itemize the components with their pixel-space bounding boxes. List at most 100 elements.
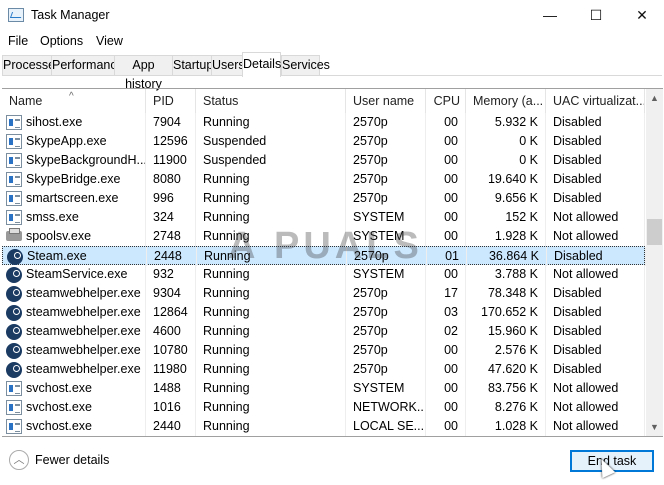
cell-status: Suspended <box>196 132 346 151</box>
task-manager-icon <box>8 8 24 22</box>
cell-pid: 2440 <box>146 417 196 436</box>
cell-user-name: 2570p <box>346 360 426 379</box>
fewer-details-link[interactable]: Fewer details <box>35 453 109 467</box>
maximize-button[interactable]: ☐ <box>573 0 619 31</box>
column-label: Status <box>203 94 239 108</box>
cell-cpu: 00 <box>426 151 466 170</box>
cell-cpu: 17 <box>426 284 466 303</box>
menu-view[interactable]: View <box>96 34 123 48</box>
cell-status: Running <box>196 303 346 322</box>
cell-pid: 11980 <box>146 360 196 379</box>
cell-name: svchost.exe <box>2 417 146 436</box>
scrollbar-thumb[interactable] <box>647 219 662 245</box>
minimize-button[interactable]: — <box>527 0 573 31</box>
column-header-status[interactable]: Status <box>196 89 346 113</box>
cell-name: steamwebhelper.exe <box>2 360 146 379</box>
cell-user-name: 2570p <box>346 341 426 360</box>
cell-status: Running <box>196 322 346 341</box>
cell-status: Running <box>196 341 346 360</box>
cell-status: Running <box>196 417 346 436</box>
cell-cpu: 00 <box>426 417 466 436</box>
column-header-memory[interactable]: Memory (a... <box>466 89 546 113</box>
cell-cpu: 01 <box>427 247 467 266</box>
menu-file[interactable]: File <box>8 34 28 48</box>
scroll-up-icon[interactable]: ▲ <box>646 93 663 103</box>
table-row[interactable]: smartscreen.exe 996 Running 2570p 00 9.656 KD… <box>2 189 645 208</box>
cell-uac-virtualization: Disabled <box>546 322 645 341</box>
cell-pid: 996 <box>146 189 196 208</box>
cell-uac-virtualization: Not allowed <box>546 227 645 246</box>
menu-options[interactable]: Options <box>40 34 83 48</box>
column-header-name[interactable]: Name ^ <box>2 89 146 113</box>
table-row[interactable]: sihost.exe 7904 Running 2570p 00 5.932 K Disab… <box>2 113 645 132</box>
table-row[interactable]: spoolsv.exe 2748 Running SYSTEM 00 1.928 K Not… <box>2 227 645 246</box>
cell-name: SkypeBridge.exe <box>2 170 146 189</box>
column-header-pid[interactable]: PID <box>146 89 196 113</box>
table-row[interactable]: SteamService.exe 932 Running SYSTEM 00 3.788 … <box>2 265 645 284</box>
cell-memory: 19.640 K <box>466 170 546 189</box>
cell-cpu: 00 <box>426 113 466 132</box>
cell-name: steamwebhelper.exe <box>2 284 146 303</box>
sort-ascending-icon: ^ <box>69 91 74 102</box>
footer: ︿ Fewer details End task <box>0 438 664 485</box>
column-header-uac-virtualization[interactable]: UAC virtualizat... <box>546 89 645 113</box>
cell-user-name: SYSTEM <box>346 379 426 398</box>
table-row[interactable]: SkypeBridge.exe 8080 Running 2570p 00 19.640 … <box>2 170 645 189</box>
cell-memory: 152 K <box>466 208 546 227</box>
cell-uac-virtualization: Disabled <box>546 189 645 208</box>
tab-app-history[interactable]: App history <box>114 55 172 91</box>
menu-bar: File Options View <box>0 31 664 51</box>
cell-status: Suspended <box>196 151 346 170</box>
cell-memory: 1.928 K <box>466 227 546 246</box>
cell-pid: 10780 <box>146 341 196 360</box>
tab-users[interactable]: Users <box>211 55 245 76</box>
cell-cpu: 00 <box>426 398 466 417</box>
cell-name: SkypeApp.exe <box>2 132 146 151</box>
table-row[interactable]: svchost.exe 1016 Running NETWORK... 00 8.276 … <box>2 398 645 417</box>
column-label: Name <box>9 94 43 108</box>
cell-uac-virtualization: Not allowed <box>546 265 645 284</box>
cell-pid: 2748 <box>146 227 196 246</box>
close-button[interactable]: ✕ <box>619 0 664 31</box>
column-header-cpu[interactable]: CPU <box>426 89 466 113</box>
table-row[interactable]: svchost.exe 2440 Running LOCAL SE... 00 1.028… <box>2 417 645 436</box>
cell-pid: 12596 <box>146 132 196 151</box>
cell-pid: 11900 <box>146 151 196 170</box>
cell-status: Running <box>196 398 346 417</box>
cell-uac-virtualization: Disabled <box>546 151 645 170</box>
table-row[interactable]: SkypeApp.exe 12596 Suspended 2570p 00 0 K Disa… <box>2 132 645 151</box>
chevron-up-icon[interactable]: ︿ <box>9 450 29 470</box>
column-header-user-name[interactable]: User name <box>346 89 426 113</box>
tab-details[interactable]: Details <box>242 52 281 77</box>
scroll-down-icon[interactable]: ▼ <box>646 422 663 432</box>
table-row[interactable]: smss.exe 324 Running SYSTEM 00 152 K Not allow… <box>2 208 645 227</box>
cell-cpu: 00 <box>426 265 466 284</box>
table-row[interactable]: SkypeBackgroundH... 11900 Suspended 2570p 00… <box>2 151 645 170</box>
tab-bar: Processes Performance App history Startup Us… <box>2 52 662 91</box>
cell-status: Running <box>196 113 346 132</box>
cell-name: svchost.exe <box>2 398 146 417</box>
table-row[interactable]: steamwebhelper.exe 12864 Running 2570p 03 170… <box>2 303 645 322</box>
table-row[interactable]: steamwebhelper.exe 10780 Running 2570p 00 2.5… <box>2 341 645 360</box>
cell-memory: 0 K <box>466 132 546 151</box>
cell-uac-virtualization: Not allowed <box>546 379 645 398</box>
table-row[interactable]: Steam.exe 2448 Running 2570p 01 36.864 K Disab… <box>2 246 646 266</box>
table-row[interactable]: steamwebhelper.exe 4600 Running 2570p 02 15.9… <box>2 322 645 341</box>
cell-user-name: 2570p <box>346 303 426 322</box>
cell-status: Running <box>196 265 346 284</box>
table-header: Name ^ PID Status User name CPU Memory (a... UA… <box>2 89 645 113</box>
cell-user-name: 2570p <box>346 170 426 189</box>
vertical-scrollbar[interactable]: ▲ ▼ <box>646 89 663 436</box>
cell-uac-virtualization: Not allowed <box>546 417 645 436</box>
cell-uac-virtualization: Not allowed <box>546 398 645 417</box>
tab-startup[interactable]: Startup <box>172 55 213 76</box>
tab-services[interactable]: Services <box>281 55 330 76</box>
table-row[interactable]: svchost.exe 1488 Running SYSTEM 00 83.756 K No… <box>2 379 645 398</box>
table-row[interactable]: steamwebhelper.exe 11980 Running 2570p 00 47.… <box>2 360 645 379</box>
table-row[interactable]: steamwebhelper.exe 9304 Running 2570p 17 78.3… <box>2 284 645 303</box>
tab-processes[interactable]: Processes <box>2 55 61 76</box>
cell-name: sihost.exe <box>2 113 146 132</box>
cell-memory: 2.576 K <box>466 341 546 360</box>
tab-performance[interactable]: Performance <box>51 55 124 76</box>
cell-uac-virtualization: Not allowed <box>546 208 645 227</box>
